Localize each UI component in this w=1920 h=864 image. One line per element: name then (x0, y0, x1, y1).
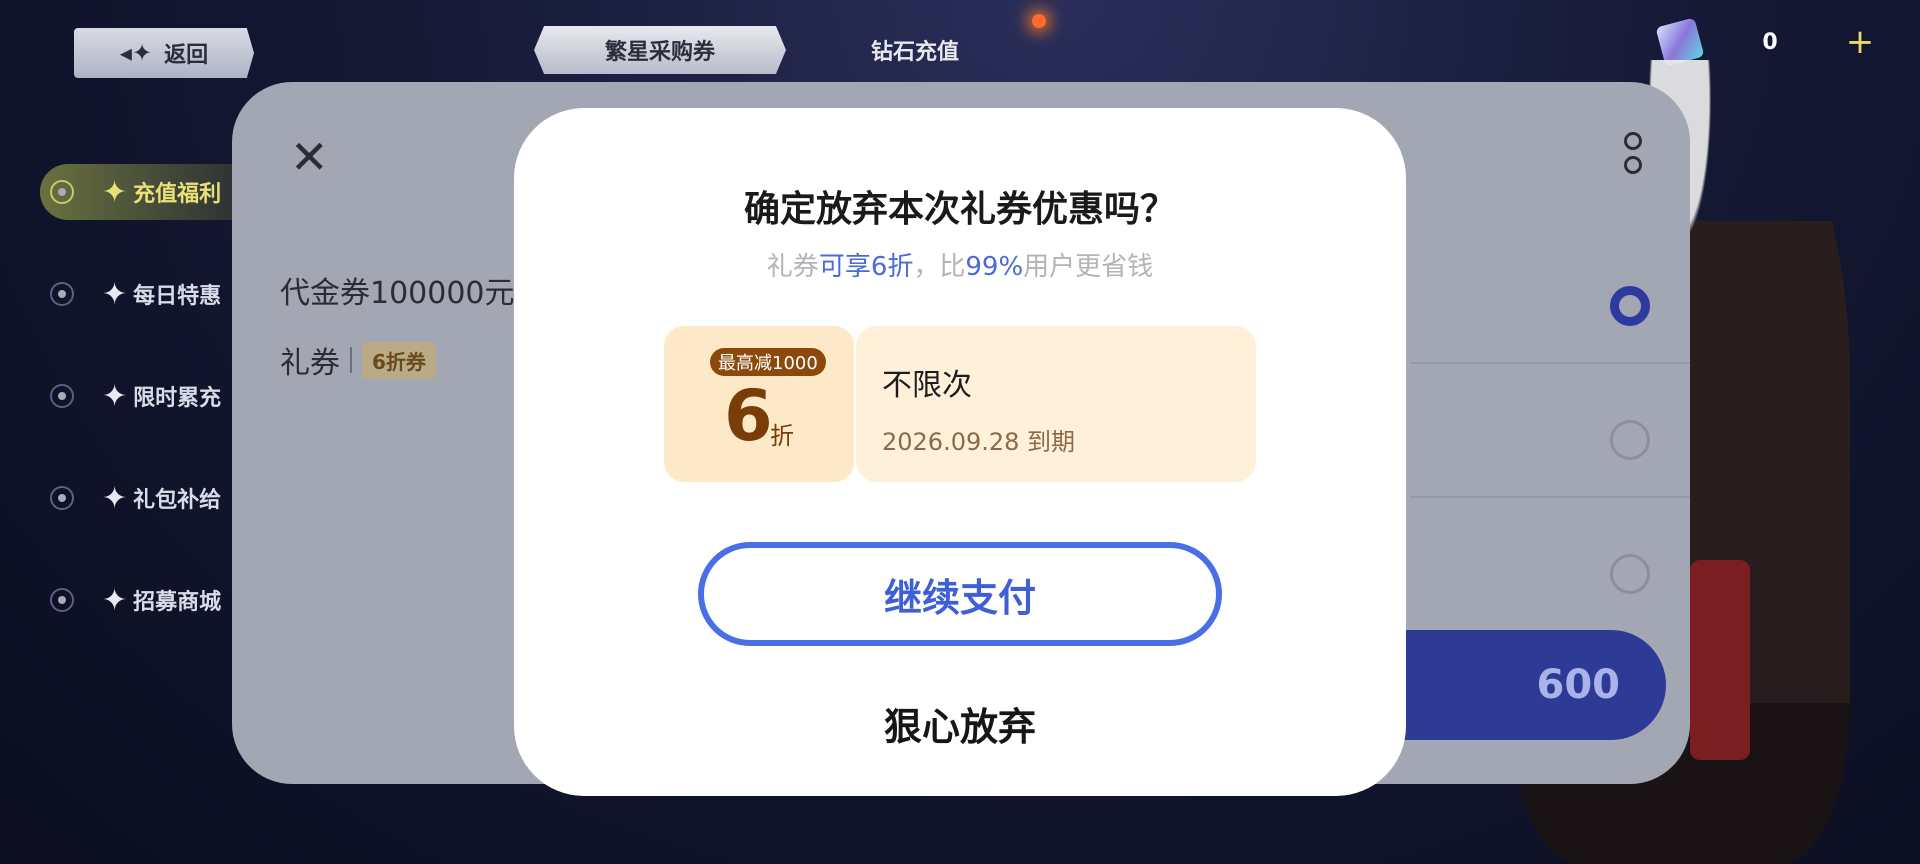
dialog-subtitle: 礼券可享6折，比99%用户更省钱 (514, 246, 1406, 283)
currency-value: 0 (1762, 29, 1778, 55)
divider (350, 347, 352, 373)
divider (1410, 362, 1690, 364)
pay-amount: 600 (1536, 662, 1621, 708)
subtitle-text: 用户更省钱 (1023, 252, 1154, 282)
star-glow (1032, 14, 1046, 28)
subtitle-text: 礼券 (766, 252, 819, 282)
product-name: 代金券100000元 (280, 276, 515, 311)
back-arrow-icon: ◂✦ (119, 39, 153, 67)
discount-unit: 折 (770, 422, 794, 450)
payment-option-radio[interactable] (1610, 420, 1650, 460)
back-button[interactable]: ◂✦ 返回 (74, 28, 254, 78)
tab-label: 钻石充值 (870, 40, 959, 65)
sparkle-icon: ✦ (102, 276, 128, 312)
sparkle-icon: ✦ (102, 378, 128, 414)
sparkle-icon: ✦ (102, 174, 128, 210)
character-accent (1690, 560, 1750, 760)
add-currency-button[interactable]: + (1840, 22, 1880, 62)
sidebar-item-label: 礼包补给 (133, 488, 222, 513)
back-label: 返回 (164, 43, 209, 68)
sidebar-item-label: 限时累充 (133, 386, 222, 411)
coupon-info-panel: 不限次 2026.09.28 到期 (856, 326, 1256, 482)
coupon-label: 礼券 (280, 346, 340, 381)
abandon-coupon-dialog: 确定放弃本次礼券优惠吗？ 礼券可享6折，比99%用户更省钱 最高减1000 6 … (514, 108, 1406, 796)
abandon-button[interactable]: 狠心放弃 (514, 696, 1406, 751)
sparkle-icon: ✦ (102, 582, 128, 618)
dot-icon (50, 282, 74, 306)
coupon-tag: 6折券 (362, 341, 436, 379)
sparkle-icon: ✦ (102, 480, 128, 516)
more-icon[interactable] (1624, 132, 1642, 180)
dot-icon (50, 384, 74, 408)
dot-icon (50, 588, 74, 612)
subtitle-highlight: 可享6折 (818, 252, 914, 282)
tab-starlight-voucher[interactable]: 繁星采购券 (534, 26, 786, 74)
subtitle-highlight: 99% (965, 252, 1024, 282)
coupon-card: 最高减1000 6 折 不限次 2026.09.28 到期 (664, 326, 1256, 482)
continue-label: 继续支付 (883, 575, 1036, 620)
close-icon[interactable]: ✕ (290, 130, 329, 184)
sidebar-item-label: 充值福利 (133, 182, 222, 207)
tab-diamond-recharge[interactable]: 钻石充值 (840, 26, 990, 74)
dot-icon (50, 486, 74, 510)
max-discount-badge: 最高减1000 (710, 348, 826, 376)
subtitle-text: ，比 (913, 252, 966, 282)
divider (1410, 496, 1690, 498)
dot-icon (50, 180, 74, 204)
payment-option-radio[interactable] (1610, 554, 1650, 594)
expiry-date: 2026.09.28 到期 (882, 428, 1076, 456)
coupon-row[interactable]: 礼券 6折券 (280, 338, 436, 382)
dialog-title: 确定放弃本次礼券优惠吗？ (743, 189, 1176, 230)
discount-value: 6 (724, 375, 773, 457)
payment-option-radio-selected[interactable] (1610, 286, 1650, 326)
coupon-discount-panel: 最高减1000 6 折 (664, 326, 854, 482)
usage-limit: 不限次 (882, 368, 972, 403)
continue-payment-button[interactable]: 继续支付 (698, 542, 1222, 646)
sidebar-item-label: 招募商城 (133, 590, 222, 615)
tab-label: 繁星采购券 (604, 40, 715, 65)
currency-bar: 0 + (1655, 17, 1880, 67)
sidebar-item-label: 每日特惠 (133, 284, 222, 309)
